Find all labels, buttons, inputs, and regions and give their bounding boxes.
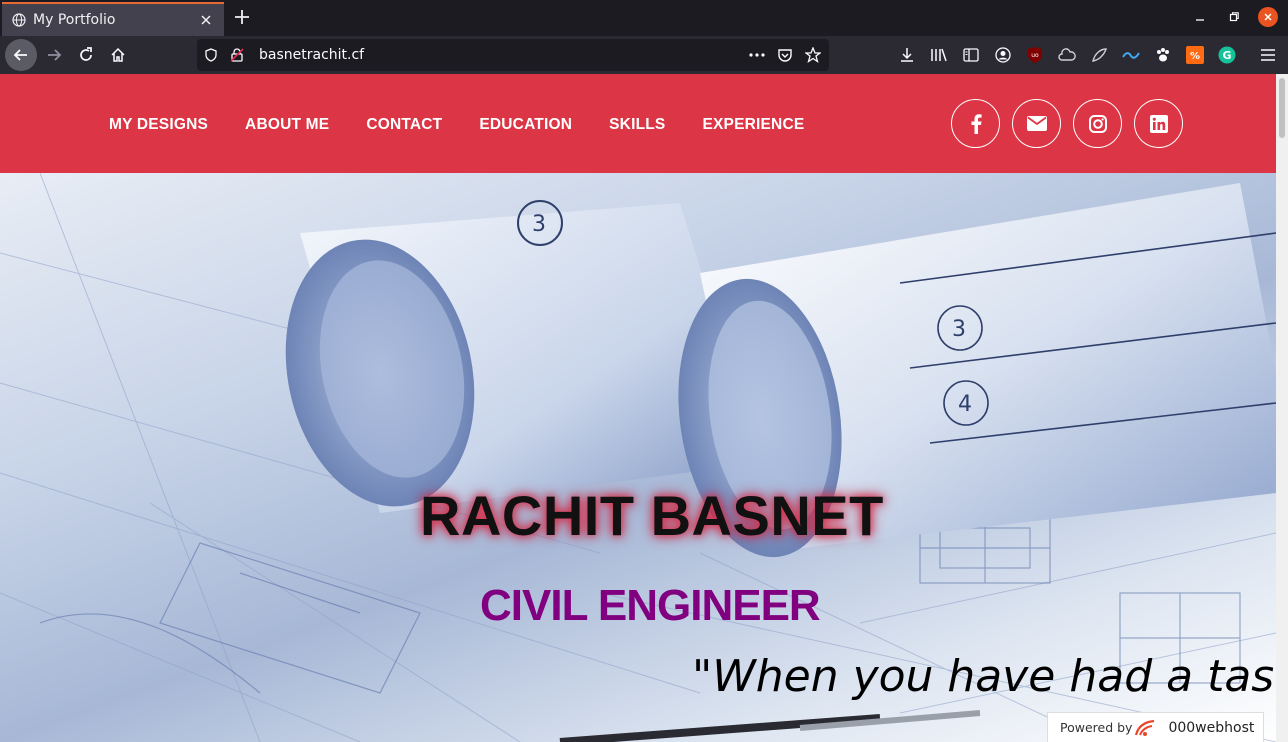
svg-text:G: G [1222, 49, 1231, 62]
back-button[interactable] [5, 39, 37, 71]
close-tab-icon[interactable] [197, 11, 215, 29]
pocket-icon[interactable] [775, 45, 795, 65]
url-text: basnetrachit.cf [259, 47, 365, 63]
paw-extension-icon[interactable] [1153, 45, 1173, 65]
scrollbar-thumb[interactable] [1279, 78, 1285, 138]
envelope-icon[interactable] [1012, 99, 1061, 148]
ublock-icon[interactable]: uo [1025, 45, 1045, 65]
hamburger-menu-icon[interactable] [1258, 45, 1278, 65]
social-links [951, 99, 1183, 148]
restore-button[interactable] [1224, 7, 1244, 27]
facebook-icon[interactable] [951, 99, 1000, 148]
menu-education[interactable]: EDUCATION [479, 116, 572, 134]
wave-extension-icon[interactable] [1121, 45, 1141, 65]
close-window-button[interactable] [1258, 7, 1278, 27]
page-scrollbar[interactable] [1276, 74, 1288, 742]
hero-quote: "When you have had a tas [692, 651, 1275, 702]
powered-by-label: Powered by [1060, 720, 1133, 735]
browser-tab[interactable]: My Portfolio [2, 2, 224, 36]
site-header: MY DESIGNS ABOUT ME CONTACT EDUCATION SK… [0, 74, 1276, 173]
home-button[interactable] [102, 39, 134, 71]
navigation-toolbar: basnetrachit.cf uo % G [0, 36, 1288, 74]
sidebar-icon[interactable] [961, 45, 981, 65]
web-page: MY DESIGNS ABOUT ME CONTACT EDUCATION SK… [0, 74, 1276, 742]
shield-icon[interactable] [201, 45, 221, 65]
leaf-extension-icon[interactable] [1089, 45, 1109, 65]
address-bar[interactable]: basnetrachit.cf [197, 39, 829, 71]
minimize-button[interactable] [1190, 7, 1210, 27]
bookmark-star-icon[interactable] [803, 45, 823, 65]
menu-experience[interactable]: EXPERIENCE [702, 116, 804, 134]
hero-quote-clip: "When you have had a tas [0, 173, 1276, 742]
cloud-extension-icon[interactable] [1057, 45, 1077, 65]
insecure-lock-icon[interactable] [227, 45, 247, 65]
linkedin-icon[interactable] [1134, 99, 1183, 148]
hero-banner: 3 3 4 RACHIT BASNET CIVIL ENGINEER "When… [0, 173, 1276, 742]
menu-skills[interactable]: SKILLS [609, 116, 665, 134]
webhost-brand: 000webhost [1168, 719, 1255, 736]
forward-button[interactable] [38, 39, 70, 71]
account-icon[interactable] [993, 45, 1013, 65]
grammarly-icon[interactable]: G [1217, 45, 1237, 65]
tab-bar: My Portfolio [0, 0, 1288, 36]
powered-by-badge[interactable]: Powered by 000webhost [1047, 712, 1264, 742]
tab-title: My Portfolio [33, 12, 116, 28]
menu-contact[interactable]: CONTACT [366, 116, 442, 134]
translate-extension-icon[interactable]: % [1185, 45, 1205, 65]
page-actions-icon[interactable] [747, 45, 767, 65]
svg-text:uo: uo [1031, 52, 1039, 59]
downloads-icon[interactable] [897, 45, 917, 65]
globe-icon [11, 12, 27, 28]
new-tab-button[interactable] [231, 6, 253, 28]
svg-text:%: % [1190, 51, 1200, 62]
reload-button[interactable] [70, 39, 102, 71]
menu-my-designs[interactable]: MY DESIGNS [109, 116, 208, 134]
main-menu: MY DESIGNS ABOUT ME CONTACT EDUCATION SK… [109, 116, 841, 134]
webhost-logo-icon [1134, 719, 1156, 740]
library-icon[interactable] [929, 45, 949, 65]
menu-about-me[interactable]: ABOUT ME [245, 116, 329, 134]
instagram-icon[interactable] [1073, 99, 1122, 148]
